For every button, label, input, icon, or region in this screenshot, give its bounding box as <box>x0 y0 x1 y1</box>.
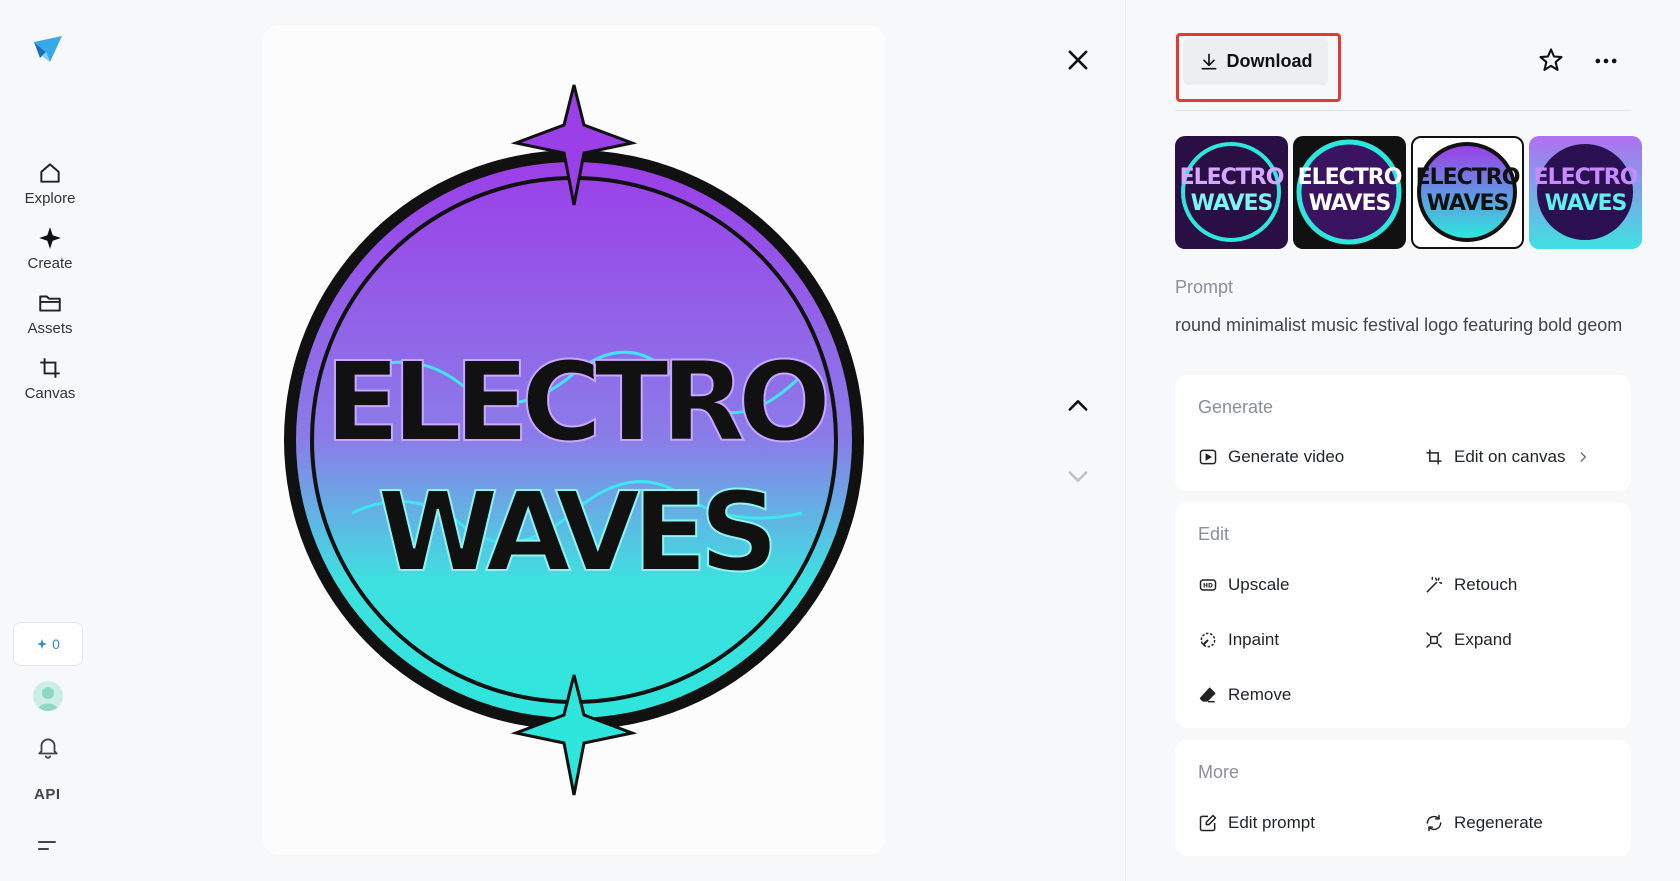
generate-section: Generate Generate video Edit on canvas <box>1175 375 1631 491</box>
generate-title: Generate <box>1198 397 1274 417</box>
expand-icon <box>1425 631 1443 649</box>
remove-button[interactable]: Remove <box>1198 685 1291 705</box>
more-section: More Edit prompt Regenerate <box>1175 740 1631 856</box>
inpaint-icon <box>1200 632 1216 648</box>
more-title: More <box>1198 762 1240 782</box>
edit-prompt-label: Edit prompt <box>1228 813 1315 832</box>
close-icon[interactable] <box>1064 46 1092 74</box>
nav-canvas-label: Canvas <box>24 385 76 402</box>
edit-on-canvas-button[interactable]: Edit on canvas <box>1424 447 1590 467</box>
generate-video-label: Generate video <box>1228 447 1345 466</box>
sidebar: Explore Create Assets Canvas 0 API <box>0 0 100 881</box>
thumb-line2: WAVES <box>1544 191 1628 216</box>
download-button[interactable]: Download <box>1183 38 1328 85</box>
chevron-right-icon <box>1580 452 1586 462</box>
bell-icon[interactable] <box>35 734 61 760</box>
download-label: Download <box>1226 51 1313 71</box>
sparkle-icon <box>37 639 48 649</box>
edit-section: Edit HD Upscale Retouch Inpaint Expand R… <box>1175 502 1631 728</box>
edit-on-canvas-label: Edit on canvas <box>1454 447 1566 466</box>
retouch-button[interactable]: Retouch <box>1424 575 1517 595</box>
crop-icon <box>40 358 60 378</box>
thumbnail-1[interactable]: ELECTRO WAVES <box>1175 136 1288 249</box>
prompt-label: Prompt <box>1175 277 1234 297</box>
thumb-line2: WAVES <box>1308 191 1392 216</box>
prompt-text[interactable]: round minimalist music festival logo fea… <box>1175 315 1631 336</box>
nav-create[interactable]: Create <box>10 225 90 281</box>
logo-line1: ELECTRO <box>325 338 826 466</box>
divider <box>1175 110 1631 111</box>
expand-button[interactable]: Expand <box>1424 630 1512 650</box>
nav-create-label: Create <box>27 255 73 272</box>
download-icon <box>1201 53 1216 69</box>
thumbnail-2[interactable]: ELECTRO WAVES <box>1293 136 1406 249</box>
star-icon[interactable] <box>1537 46 1565 74</box>
regenerate-button[interactable]: Regenerate <box>1424 813 1543 833</box>
credits-count: 0 <box>52 636 60 652</box>
edit-prompt-button[interactable]: Edit prompt <box>1198 813 1315 833</box>
logo-line2: WAVES <box>377 468 771 596</box>
nav-canvas[interactable]: Canvas <box>10 355 90 411</box>
menu-icon[interactable] <box>36 836 58 856</box>
thumb-line1: ELECTRO <box>1297 165 1403 190</box>
remove-label: Remove <box>1228 685 1292 704</box>
eraser-icon <box>1199 687 1216 703</box>
thumb-line2: WAVES <box>1426 191 1510 216</box>
home-icon <box>40 163 60 183</box>
nav-explore-label: Explore <box>24 190 76 207</box>
chevron-up-icon[interactable] <box>1064 392 1092 420</box>
folder-icon <box>39 295 61 312</box>
electro-waves-logo: ELECTRO WAVES <box>284 84 864 796</box>
thumbnail-4[interactable]: ELECTRO WAVES <box>1529 136 1642 249</box>
api-link[interactable]: API <box>34 786 61 803</box>
thumbnail-3[interactable]: ELECTRO WAVES <box>1411 136 1524 249</box>
edit-title: Edit <box>1198 524 1230 544</box>
inpaint-label: Inpaint <box>1228 630 1280 649</box>
magic-wand-icon <box>1426 576 1443 593</box>
expand-label: Expand <box>1454 630 1512 649</box>
generate-video-button[interactable]: Generate video <box>1198 447 1344 467</box>
credits-badge[interactable]: 0 <box>13 622 83 666</box>
retouch-label: Retouch <box>1454 575 1518 594</box>
variation-thumbnails: ELECTRO WAVES ELECTRO WAVES ELECTRO WAVE… <box>1175 136 1642 249</box>
nav-assets[interactable]: Assets <box>10 290 90 346</box>
main-image: ELECTRO WAVES <box>262 25 886 855</box>
more-icon[interactable] <box>1592 47 1620 75</box>
regenerate-label: Regenerate <box>1454 813 1543 832</box>
video-icon <box>1199 449 1217 465</box>
app-logo[interactable] <box>30 32 66 68</box>
svg-text:HD: HD <box>1203 584 1213 590</box>
avatar-icon <box>37 687 59 711</box>
hd-icon: HD <box>1199 579 1217 591</box>
nav-explore[interactable]: Explore <box>10 160 90 216</box>
upscale-label: Upscale <box>1228 575 1290 594</box>
divider <box>1125 0 1126 881</box>
avatar[interactable] <box>33 681 63 711</box>
refresh-icon <box>1426 814 1442 832</box>
upscale-button[interactable]: HD Upscale <box>1198 575 1289 595</box>
crop-icon <box>1426 449 1442 465</box>
sparkle-icon <box>39 227 61 249</box>
inpaint-button[interactable]: Inpaint <box>1198 630 1279 650</box>
thumb-line1: ELECTRO <box>1415 165 1521 190</box>
thumb-line2: WAVES <box>1190 191 1274 216</box>
edit-icon <box>1199 814 1217 832</box>
thumb-line1: ELECTRO <box>1179 165 1285 190</box>
thumb-line1: ELECTRO <box>1533 165 1639 190</box>
nav-assets-label: Assets <box>27 320 73 337</box>
chevron-down-icon[interactable] <box>1064 462 1092 490</box>
